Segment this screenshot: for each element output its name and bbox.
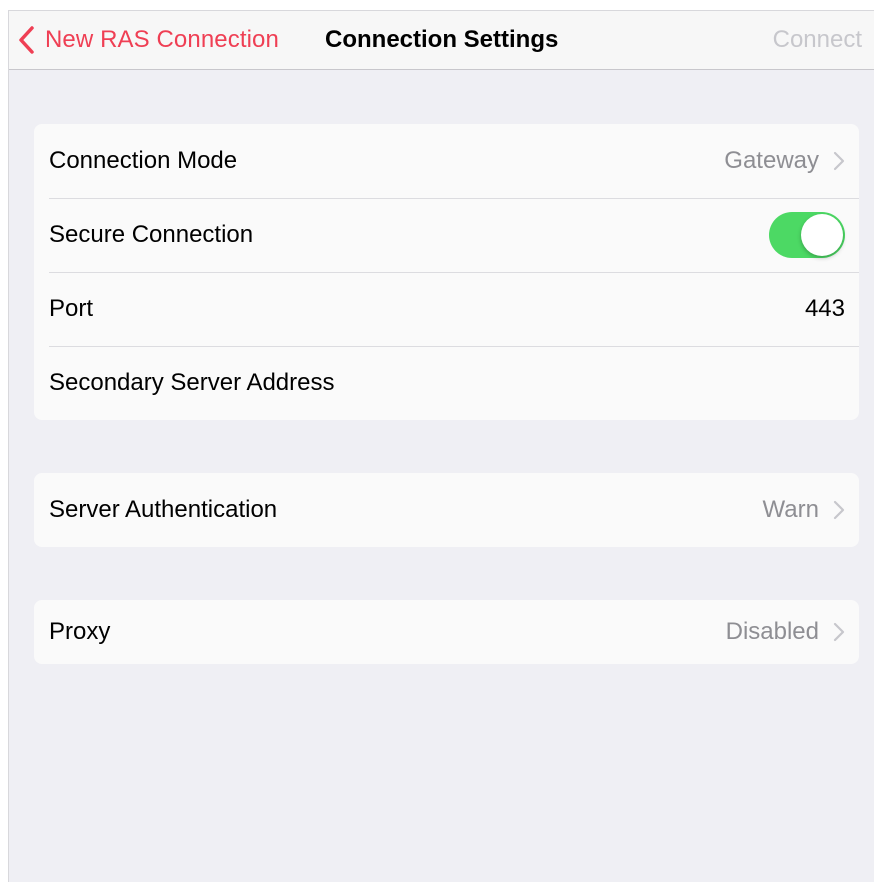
proxy-value: Disabled xyxy=(725,618,819,645)
toggle-knob xyxy=(801,214,843,256)
proxy-label: Proxy xyxy=(49,618,111,645)
secure-connection-toggle[interactable] xyxy=(769,212,845,258)
chevron-right-icon xyxy=(833,151,845,171)
server-authentication-row[interactable]: Server Authentication Warn xyxy=(34,473,859,547)
port-row[interactable]: Port 443 xyxy=(34,272,859,346)
secure-connection-label: Secure Connection xyxy=(49,221,254,248)
connection-settings-group: Connection Mode Gateway Secure Connectio… xyxy=(34,124,859,420)
server-authentication-label: Server Authentication xyxy=(49,496,278,523)
authentication-group: Server Authentication Warn xyxy=(34,473,859,547)
connection-mode-label: Connection Mode xyxy=(49,147,238,174)
page-title: Connection Settings xyxy=(325,26,559,53)
connection-mode-value: Gateway xyxy=(724,147,819,174)
port-label: Port xyxy=(49,295,94,322)
port-value[interactable]: 443 xyxy=(805,295,845,323)
chevron-left-icon xyxy=(17,25,35,55)
chevron-right-icon xyxy=(833,500,845,520)
connect-button[interactable]: Connect xyxy=(773,11,862,69)
connection-mode-row[interactable]: Connection Mode Gateway xyxy=(34,124,859,198)
secure-connection-row: Secure Connection xyxy=(34,198,859,272)
secondary-server-address-label: Secondary Server Address xyxy=(49,369,335,396)
secondary-server-address-row[interactable]: Secondary Server Address xyxy=(34,346,859,420)
back-button-label: New RAS Connection xyxy=(45,26,279,53)
proxy-row[interactable]: Proxy Disabled xyxy=(34,600,859,664)
proxy-group: Proxy Disabled xyxy=(34,600,859,664)
screen: New RAS Connection Connection Settings C… xyxy=(8,10,874,882)
chevron-right-icon xyxy=(833,622,845,642)
navigation-bar: New RAS Connection Connection Settings C… xyxy=(9,11,874,70)
back-button[interactable]: New RAS Connection xyxy=(17,11,279,69)
server-authentication-value: Warn xyxy=(762,496,819,523)
